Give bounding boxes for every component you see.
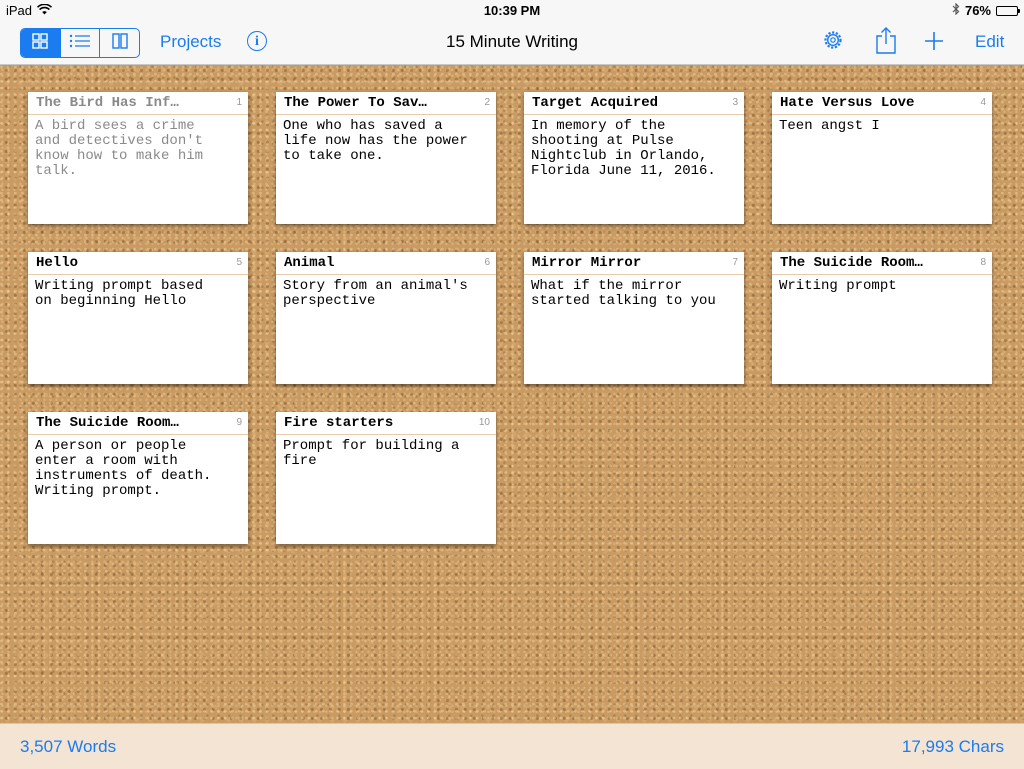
card-title: Hate Versus Love <box>780 95 915 111</box>
status-bar: iPad 10:39 PM 76% <box>0 0 1024 22</box>
status-right: 76% <box>952 2 1020 18</box>
index-card-9[interactable]: The Suicide Room… 9 A person or people e… <box>28 412 248 544</box>
card-synopsis: In memory of the shooting at Pulse Night… <box>531 118 716 179</box>
card-synopsis: Story from an animal's perspective <box>283 278 468 309</box>
view-mode-segmented-control <box>20 28 140 58</box>
index-card-2[interactable]: The Power To Sav… 2 One who has saved a … <box>276 92 496 224</box>
card-number: 3 <box>732 97 738 108</box>
word-count-button[interactable]: 3,507 Words <box>20 737 116 757</box>
info-icon[interactable]: i <box>247 31 267 51</box>
list-view-button[interactable] <box>59 29 100 57</box>
add-icon[interactable] <box>924 31 944 56</box>
card-title: The Power To Sav… <box>284 95 427 111</box>
card-synopsis: Prompt for building a fire <box>283 438 460 469</box>
index-card-7[interactable]: Mirror Mirror 7 What if the mirror start… <box>524 252 744 384</box>
battery-percent: 76% <box>964 3 991 18</box>
corkboard: The Bird Has Inf… 1 A bird sees a crime … <box>0 65 1024 723</box>
index-card-4[interactable]: Hate Versus Love 4 Teen angst I <box>772 92 992 224</box>
card-number: 1 <box>236 97 242 108</box>
card-header: Target Acquired 3 <box>524 92 744 115</box>
card-title: Target Acquired <box>532 95 659 111</box>
card-number: 6 <box>484 257 490 268</box>
list-icon <box>69 34 91 53</box>
bottom-bar: 3,507 Words 17,993 Chars <box>0 723 1024 769</box>
card-synopsis: A person or people enter a room with ins… <box>35 438 212 499</box>
bluetooth-icon <box>952 2 960 18</box>
card-header: Hello 5 <box>28 252 248 275</box>
page-title: 15 Minute Writing <box>446 32 578 51</box>
index-card-10[interactable]: Fire starters 10 Prompt for building a f… <box>276 412 496 544</box>
grid-icon <box>32 32 49 54</box>
card-title: The Suicide Room… <box>36 415 179 431</box>
grid-view-button[interactable] <box>21 29 60 57</box>
card-title: Hello <box>36 255 79 271</box>
card-header: Fire starters 10 <box>276 412 496 435</box>
card-number: 8 <box>980 257 986 268</box>
toolbar: Projects i 15 Minute Writing Edit <box>0 22 1024 65</box>
battery-icon <box>996 5 1020 16</box>
card-number: 10 <box>478 417 490 428</box>
index-card-6[interactable]: Animal 6 Story from an animal's perspect… <box>276 252 496 384</box>
char-count-button[interactable]: 17,993 Chars <box>902 737 1004 757</box>
card-number: 5 <box>236 257 242 268</box>
card-title: The Bird Has Inf… <box>36 95 179 111</box>
card-title: Fire starters <box>284 415 394 431</box>
card-title: Animal <box>284 255 335 271</box>
card-header: The Suicide Room… 9 <box>28 412 248 435</box>
edit-button[interactable]: Edit <box>975 32 1004 52</box>
projects-button[interactable]: Projects <box>160 32 221 52</box>
card-synopsis: One who has saved a life now has the pow… <box>283 118 468 164</box>
card-synopsis: Writing prompt <box>779 278 897 294</box>
card-synopsis: What if the mirror started talking to yo… <box>531 278 716 309</box>
index-card-5[interactable]: Hello 5 Writing prompt based on beginnin… <box>28 252 248 384</box>
card-header: The Suicide Room… 8 <box>772 252 992 275</box>
card-number: 7 <box>732 257 738 268</box>
card-header: Animal 6 <box>276 252 496 275</box>
gear-icon[interactable] <box>822 29 844 56</box>
card-synopsis: Writing prompt based on beginning Hello <box>35 278 204 309</box>
index-card-3[interactable]: Target Acquired 3 In memory of the shoot… <box>524 92 744 224</box>
card-number: 9 <box>236 417 242 428</box>
columns-view-button[interactable] <box>99 29 139 57</box>
index-card-1[interactable]: The Bird Has Inf… 1 A bird sees a crime … <box>28 92 248 224</box>
card-title: The Suicide Room… <box>780 255 923 271</box>
card-header: The Bird Has Inf… 1 <box>28 92 248 115</box>
card-number: 2 <box>484 97 490 108</box>
columns-icon <box>111 32 128 54</box>
index-card-8[interactable]: The Suicide Room… 8 Writing prompt <box>772 252 992 384</box>
card-synopsis: A bird sees a crime and detectives don't… <box>35 118 204 179</box>
share-icon[interactable] <box>875 26 897 59</box>
card-synopsis: Teen angst I <box>779 118 880 134</box>
card-number: 4 <box>980 97 986 108</box>
card-header: The Power To Sav… 2 <box>276 92 496 115</box>
card-title: Mirror Mirror <box>532 255 642 271</box>
card-header: Hate Versus Love 4 <box>772 92 992 115</box>
card-header: Mirror Mirror 7 <box>524 252 744 275</box>
status-time: 10:39 PM <box>483 3 541 18</box>
